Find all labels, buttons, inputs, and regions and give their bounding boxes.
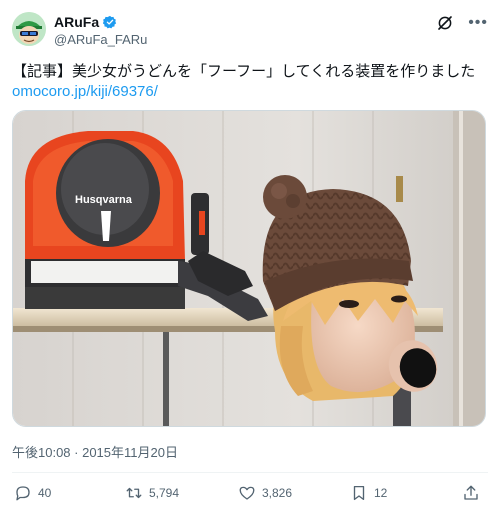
author-block[interactable]: ARuFa @ARuFa_FARu — [54, 13, 147, 47]
tweet-text: 【記事】美少女がうどんを「フーフー」してくれる装置を作りました — [12, 63, 476, 80]
bookmark-button[interactable]: 12 — [350, 480, 387, 506]
brand-label: Husqvarna — [75, 194, 133, 206]
reply-icon — [16, 486, 30, 501]
divider — [12, 472, 488, 473]
reply-button[interactable]: 40 — [14, 480, 51, 506]
verified-badge-icon — [103, 15, 117, 29]
like-button[interactable]: 3,826 — [238, 480, 292, 506]
grok-icon[interactable] — [436, 14, 454, 32]
tweet-timestamp[interactable]: 午後10:08 · 2015年11月20日 — [12, 442, 178, 461]
share-icon — [464, 485, 478, 500]
action-bar: 40 5,794 3,826 12 — [0, 480, 500, 506]
retweet-count: 5,794 — [149, 486, 180, 500]
bookmark-icon — [353, 485, 365, 501]
tweet-image[interactable]: Husqvarna — [12, 110, 486, 427]
share-button[interactable] — [462, 480, 480, 506]
bookmark-count: 12 — [374, 486, 388, 500]
display-name[interactable]: ARuFa — [54, 14, 99, 30]
like-icon — [239, 486, 255, 500]
more-icon[interactable]: ••• — [468, 14, 488, 32]
retweet-button[interactable]: 5,794 — [125, 480, 179, 506]
reply-count: 40 — [38, 486, 52, 500]
tweet-link[interactable]: omocoro.jp/kiji/69376/ — [12, 82, 158, 102]
handle[interactable]: @ARuFa_FARu — [54, 32, 147, 47]
avatar[interactable] — [12, 12, 46, 46]
like-count: 3,826 — [262, 486, 293, 500]
tweet-header: ARuFa @ARuFa_FARu ••• — [12, 10, 488, 50]
retweet-icon — [126, 487, 142, 499]
